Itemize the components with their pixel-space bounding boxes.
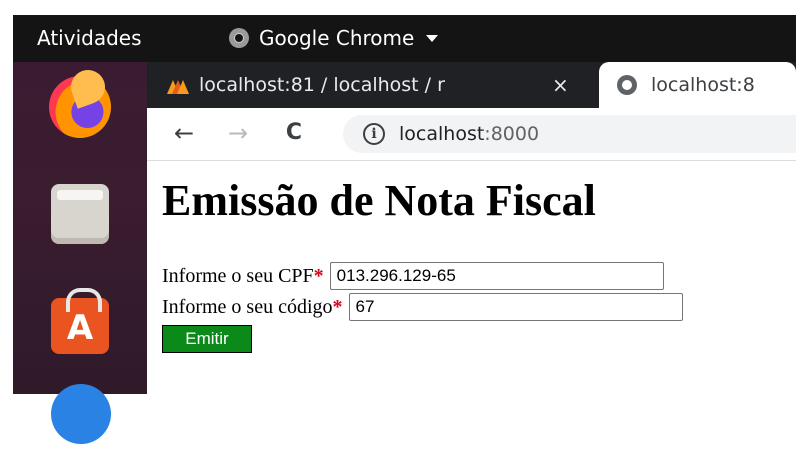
folder-tab	[57, 190, 103, 200]
tab-title: localhost:81 / localhost / r	[199, 74, 445, 96]
back-icon[interactable]: ←	[169, 118, 199, 148]
app-menu[interactable]: Google Chrome	[229, 26, 439, 50]
files-icon[interactable]	[43, 178, 117, 252]
help-circle	[51, 384, 111, 444]
required-marker: *	[332, 295, 343, 318]
chrome-toolbar: ← → C i localhost:8000	[147, 108, 796, 161]
cpf-input[interactable]: 013.296.129-65	[329, 262, 664, 290]
info-icon[interactable]: i	[363, 123, 385, 145]
chrome-icon	[229, 28, 249, 48]
store-letter: A	[66, 308, 94, 348]
ubuntu-dock: A	[13, 62, 147, 444]
forward-icon[interactable]: →	[223, 118, 253, 148]
tab-localhost-8000[interactable]: localhost:8	[599, 62, 796, 108]
globe-icon	[617, 75, 637, 95]
codigo-label: Informe o seu código	[162, 295, 333, 318]
cpf-label: Informe o seu CPF	[162, 264, 314, 287]
page-title: Emissão de Nota Fiscal	[162, 176, 596, 225]
close-icon[interactable]: ×	[552, 73, 569, 97]
url-host: localhost	[399, 123, 485, 145]
help-icon[interactable]	[43, 378, 117, 452]
activities-button[interactable]: Atividades	[37, 26, 142, 50]
software-store-icon[interactable]: A	[43, 286, 117, 360]
gnome-top-bar: Atividades Google Chrome	[13, 15, 796, 62]
codigo-row: Informe o seu código * 67	[162, 293, 683, 321]
phpmyadmin-icon	[167, 76, 189, 94]
required-marker: *	[313, 264, 324, 287]
tab-phpmyadmin[interactable]: localhost:81 / localhost / r ×	[167, 62, 597, 108]
app-menu-label: Google Chrome	[259, 26, 415, 50]
caret-down-icon	[426, 34, 439, 42]
screenshot-border-top	[0, 0, 796, 15]
tab-title: localhost:8	[651, 74, 755, 96]
url-port: :8000	[484, 123, 540, 145]
cpf-row: Informe o seu CPF * 013.296.129-65	[162, 262, 664, 290]
firefox-icon[interactable]	[43, 65, 117, 144]
chrome-tab-strip: localhost:81 / localhost / r × localhost…	[147, 62, 796, 108]
address-bar[interactable]: i localhost:8000	[343, 115, 796, 153]
page-content: Emissão de Nota Fiscal Informe o seu CPF…	[147, 161, 796, 394]
emitir-button[interactable]: Emitir	[162, 325, 252, 353]
reload-icon[interactable]: C	[279, 118, 309, 148]
screenshot-border-left	[0, 0, 13, 394]
codigo-input[interactable]: 67	[348, 293, 683, 321]
